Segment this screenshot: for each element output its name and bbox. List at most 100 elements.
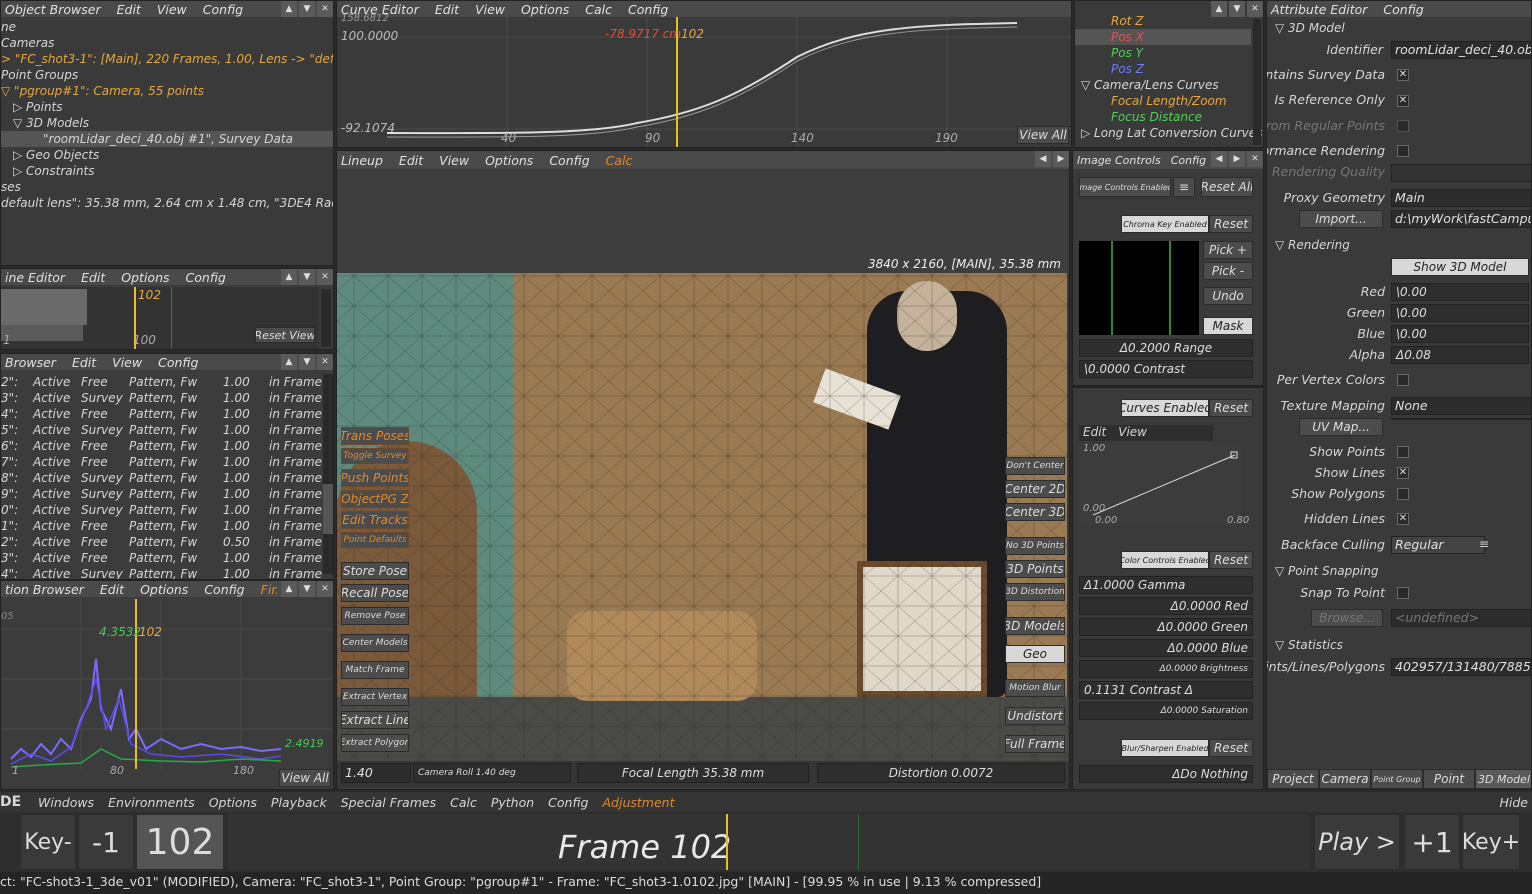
point-row[interactable]: 9": Active Survey Pattern, Fw 1.00 in Frame bbox=[1, 486, 322, 502]
curves-enabled-toggle[interactable]: Curves Enabled bbox=[1121, 399, 1209, 417]
red-field[interactable]: \0.00 bbox=[1391, 283, 1529, 301]
menu-options[interactable]: Options bbox=[121, 270, 169, 285]
perf-rendering-checkbox[interactable] bbox=[1397, 145, 1409, 157]
curve-item-long-lat[interactable]: ▷ Long Lat Conversion Curves bbox=[1075, 125, 1262, 141]
lineup-left-button[interactable]: Extract Line bbox=[341, 711, 409, 729]
lineup-left-button[interactable]: ObjectPG Z bbox=[341, 490, 409, 508]
menu-icon[interactable]: ≡ bbox=[1173, 177, 1195, 197]
menu-config[interactable]: Config bbox=[203, 2, 243, 17]
lineup-left-button[interactable]: Trans Poses bbox=[341, 427, 409, 445]
menu-calc[interactable]: Calc bbox=[585, 2, 612, 17]
menu-environments[interactable]: Environments bbox=[108, 795, 195, 810]
menu-view[interactable]: View bbox=[112, 355, 142, 370]
menu-edit[interactable]: Edit bbox=[435, 2, 459, 17]
proxy-geometry-select[interactable]: Main bbox=[1391, 189, 1531, 207]
point-row[interactable]: 1": Active Free Pattern, Fw 1.00 in Frame bbox=[1, 518, 322, 534]
up-arrow-icon[interactable]: ▲ bbox=[281, 581, 297, 597]
point-row[interactable]: 8": Active Survey Pattern, Fw 1.00 in Frame bbox=[1, 470, 322, 486]
view-all-button[interactable]: View All bbox=[279, 769, 331, 787]
gamma-slider[interactable]: Δ1.0000 Gamma bbox=[1079, 576, 1253, 594]
lineup-right-button[interactable]: 3D Models bbox=[1005, 617, 1065, 635]
hidden-lines-checkbox[interactable]: ✕ bbox=[1397, 513, 1409, 525]
section-3d-model[interactable]: ▽ 3D Model bbox=[1275, 21, 1345, 35]
point-row[interactable]: 3": Active Survey Pattern, Fw 1.00 in Frame bbox=[1, 390, 322, 406]
lineup-left-button[interactable]: Match Frame bbox=[341, 661, 409, 679]
menu-view[interactable]: View bbox=[475, 2, 505, 17]
alpha-field[interactable]: Δ0.08 bbox=[1391, 346, 1529, 364]
tree-item-model[interactable]: "roomLidar_deci_40.obj #1", Survey Data bbox=[1, 131, 333, 147]
curves-menu-view[interactable]: View bbox=[1118, 425, 1147, 441]
menu-config[interactable]: Config bbox=[1383, 2, 1423, 17]
point-list-scrollbar[interactable] bbox=[323, 374, 333, 574]
play-button[interactable]: Play > bbox=[1314, 814, 1400, 870]
contains-survey-checkbox[interactable]: ✕ bbox=[1397, 69, 1409, 81]
green-field[interactable]: \0.00 bbox=[1391, 304, 1529, 322]
chroma-reset-button[interactable]: Reset bbox=[1209, 215, 1253, 233]
curve-item-focus[interactable]: Focus Distance bbox=[1075, 109, 1251, 125]
menu-edit[interactable]: Edit bbox=[100, 582, 124, 597]
tree-item-3d-models[interactable]: ▽ 3D Models bbox=[1, 115, 333, 131]
lineup-right-button[interactable]: Full Frame bbox=[1005, 735, 1065, 753]
lineup-left-button[interactable]: Center Models bbox=[341, 634, 409, 652]
timeline-scrollbar[interactable] bbox=[321, 289, 331, 347]
contrast-slider[interactable]: 0.1131 Contrast Δ bbox=[1079, 681, 1253, 699]
curve-graph[interactable] bbox=[337, 17, 1072, 147]
curves-menu-edit[interactable]: Edit bbox=[1083, 425, 1106, 441]
lineup-left-button[interactable]: Push Points bbox=[341, 469, 409, 487]
tree-item-camera[interactable]: > "FC_shot3-1": [Main], 220 Frames, 1.00… bbox=[1, 51, 333, 67]
backface-culling-select[interactable]: Regular bbox=[1391, 536, 1485, 554]
lineup-right-button[interactable]: No 3D Points bbox=[1005, 537, 1065, 555]
focal-length-slider[interactable]: Focal Length 35.38 mm bbox=[577, 763, 809, 783]
tree-item[interactable]: ne bbox=[1, 19, 333, 35]
texture-mapping-select[interactable]: None bbox=[1391, 397, 1531, 415]
menu-timeline-editor[interactable]: ine Editor bbox=[5, 270, 65, 285]
curve-item-focal[interactable]: Focal Length/Zoom bbox=[1075, 93, 1251, 109]
deviation-graph[interactable] bbox=[1, 599, 334, 789]
color-reset-button[interactable]: Reset bbox=[1209, 551, 1253, 569]
tree-item-point-groups[interactable]: Point Groups bbox=[1, 67, 333, 83]
section-rendering[interactable]: ▽ Rendering bbox=[1275, 238, 1350, 252]
show-polygons-checkbox[interactable] bbox=[1397, 488, 1409, 500]
menu-adjustment[interactable]: Adjustment bbox=[602, 795, 674, 810]
saturation-slider[interactable]: Δ0.0000 Saturation bbox=[1079, 702, 1253, 720]
lineup-viewport[interactable]: 3840 x 2160, [MAIN], 35.38 mm bbox=[337, 171, 1069, 767]
tree-item-lens[interactable]: default lens": 35.38 mm, 2.64 cm x 1.48 … bbox=[1, 195, 333, 211]
menu-config[interactable]: Config bbox=[186, 270, 226, 285]
menu-edit[interactable]: Edit bbox=[399, 153, 423, 168]
lineup-right-button[interactable]: Undistort bbox=[1005, 707, 1065, 725]
show-points-checkbox[interactable] bbox=[1397, 446, 1409, 458]
menu-config[interactable]: Config bbox=[1171, 154, 1206, 167]
point-row[interactable]: 2": Active Free Pattern, Fw 0.50 in Frame bbox=[1, 534, 322, 550]
blur-reset-button[interactable]: Reset bbox=[1209, 739, 1253, 757]
curve-item-pos-z[interactable]: Pos Z bbox=[1075, 61, 1251, 77]
menu-options[interactable]: Options bbox=[485, 153, 533, 168]
mask-button[interactable]: Mask bbox=[1203, 317, 1253, 335]
curve-item-pos-y[interactable]: Pos Y bbox=[1075, 45, 1251, 61]
menu-options[interactable]: Options bbox=[140, 582, 188, 597]
rendering-quality-slider[interactable] bbox=[1391, 164, 1531, 182]
path-field[interactable]: d:\myWork\fastCampus bbox=[1391, 210, 1531, 228]
lineup-left-button[interactable]: Toggle Survey bbox=[341, 448, 409, 464]
close-icon[interactable]: ✕ bbox=[317, 269, 333, 285]
close-icon[interactable]: ✕ bbox=[1247, 151, 1263, 167]
image-controls-enabled-toggle[interactable]: Image Controls Enabled bbox=[1079, 177, 1171, 197]
pick-plus-button[interactable]: Pick + bbox=[1203, 241, 1253, 259]
close-icon[interactable]: ✕ bbox=[317, 1, 333, 17]
curve-view-all-button[interactable]: View All bbox=[1017, 126, 1069, 144]
tree-item-geo-objects[interactable]: ▷ Geo Objects bbox=[1, 147, 333, 163]
timeline-slider[interactable]: Frame 102 bbox=[228, 814, 1310, 870]
menu-calc[interactable]: Calc bbox=[606, 153, 633, 168]
curve-item-pos-x[interactable]: Pos X bbox=[1075, 29, 1251, 45]
reset-all-button[interactable]: Reset All bbox=[1201, 177, 1253, 197]
menu-attribute-editor[interactable]: Attribute Editor bbox=[1271, 2, 1367, 17]
point-row[interactable]: 3": Active Free Pattern, Fw 1.00 in Frame bbox=[1, 550, 322, 566]
point-row[interactable]: 0": Active Survey Pattern, Fw 1.00 in Frame bbox=[1, 502, 322, 518]
up-arrow-icon[interactable]: ▲ bbox=[281, 354, 297, 370]
section-statistics[interactable]: ▽ Statistics bbox=[1275, 638, 1343, 652]
menu-calc[interactable]: Calc bbox=[450, 795, 477, 810]
close-icon[interactable]: ✕ bbox=[317, 354, 333, 370]
point-row[interactable]: 2": Active Free Pattern, Fw 1.00 in Frame bbox=[1, 374, 322, 390]
menu-options[interactable]: Options bbox=[521, 2, 569, 17]
color-controls-toggle[interactable]: Color Controls Enabled bbox=[1121, 551, 1209, 569]
section-point-snapping[interactable]: ▽ Point Snapping bbox=[1275, 564, 1378, 578]
